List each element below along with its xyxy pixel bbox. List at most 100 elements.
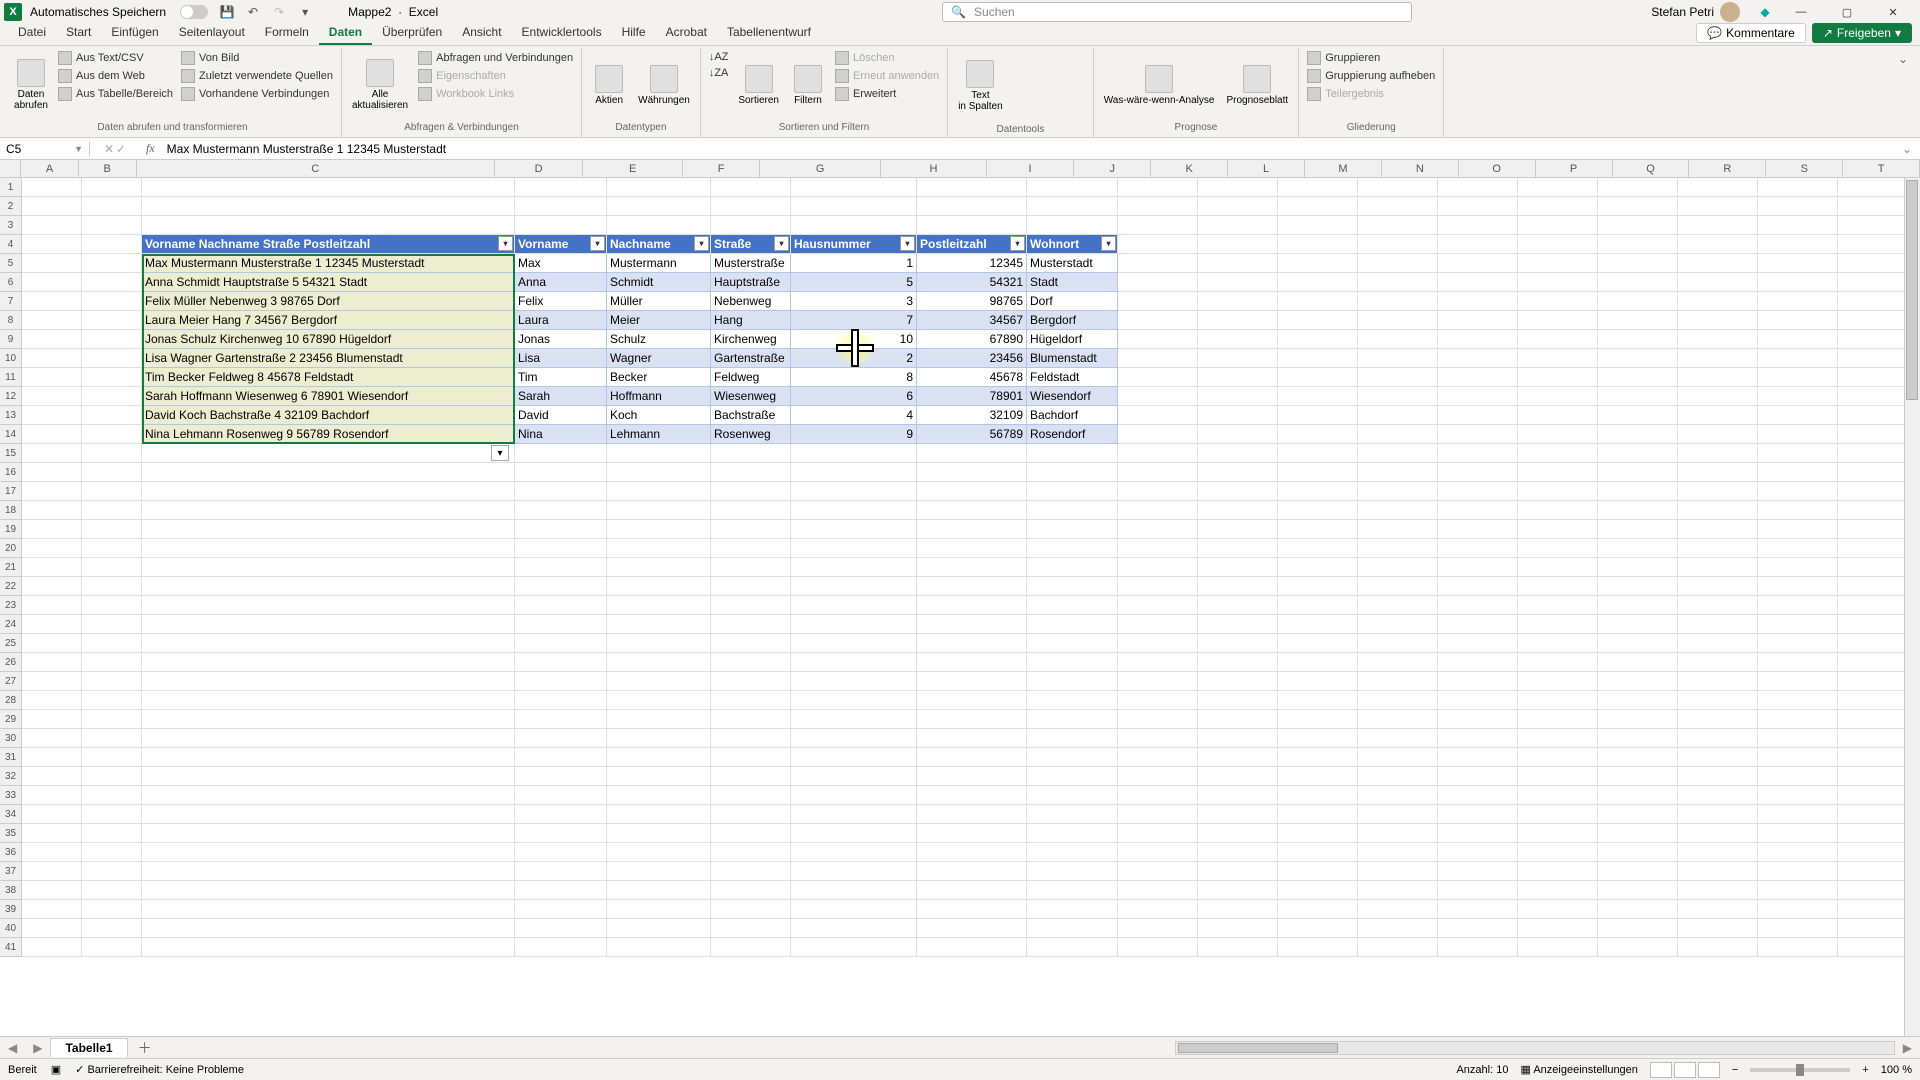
spreadsheet-grid[interactable]: ABCDEFGHIJKLMNOPQRST 1234567891011121314… [0,160,1920,1036]
row-header[interactable]: 40 [0,919,22,938]
cell[interactable] [1678,938,1758,957]
row-header[interactable]: 9 [0,330,22,349]
cell[interactable] [1678,558,1758,577]
cell[interactable]: Nachname▾ [607,235,711,254]
ribbon-tab-seitenlayout[interactable]: Seitenlayout [169,21,255,45]
cell[interactable] [1198,767,1278,786]
cell[interactable] [142,843,515,862]
cell[interactable] [82,653,142,672]
cell[interactable] [1678,672,1758,691]
cell[interactable]: Vorname Nachname Straße Postleitzahl▾ [142,235,515,254]
cell[interactable] [1758,805,1838,824]
cell[interactable] [791,178,917,197]
cell[interactable] [1518,406,1598,425]
cell[interactable] [1438,368,1518,387]
cell[interactable]: Schmidt [607,273,711,292]
cell[interactable] [82,520,142,539]
cell[interactable] [917,482,1027,501]
cell[interactable] [1678,501,1758,520]
cell[interactable] [711,748,791,767]
ribbon-button[interactable]: Prognoseblatt [1222,50,1292,120]
cell[interactable] [917,805,1027,824]
cell[interactable] [1358,197,1438,216]
cell[interactable] [1598,748,1678,767]
cell[interactable] [1678,634,1758,653]
cell[interactable] [82,444,142,463]
cell[interactable] [791,634,917,653]
cell[interactable] [1278,805,1358,824]
cell[interactable] [1438,919,1518,938]
filter-dropdown-icon[interactable]: ▾ [1101,236,1116,251]
cell[interactable] [711,539,791,558]
cell[interactable]: Straße▾ [711,235,791,254]
cell[interactable] [142,558,515,577]
cell[interactable] [917,463,1027,482]
cell[interactable] [1678,805,1758,824]
cell[interactable] [1438,710,1518,729]
cell[interactable]: 56789 [917,425,1027,444]
cell[interactable] [1198,482,1278,501]
cell[interactable] [1198,615,1278,634]
zoom-slider[interactable] [1750,1068,1850,1072]
cell[interactable] [1027,444,1118,463]
ribbon-button[interactable]: Währungen [634,50,694,120]
row-header[interactable]: 22 [0,577,22,596]
cell[interactable] [791,615,917,634]
ribbon-link[interactable]: Gruppieren [1305,50,1437,66]
cell[interactable] [917,501,1027,520]
cell[interactable] [82,767,142,786]
cell[interactable] [1598,596,1678,615]
ribbon-button[interactable]: Datenabrufen [10,50,52,120]
cell[interactable] [791,881,917,900]
cell[interactable] [1518,938,1598,957]
cell[interactable] [1278,197,1358,216]
cell[interactable] [22,862,82,881]
cell[interactable] [1278,767,1358,786]
cell[interactable] [1598,577,1678,596]
cell[interactable] [607,634,711,653]
cell[interactable] [1118,501,1198,520]
cell[interactable] [1278,387,1358,406]
cell[interactable] [1358,824,1438,843]
cell[interactable] [1598,539,1678,558]
cell[interactable] [82,729,142,748]
cell[interactable] [1598,691,1678,710]
filter-dropdown-icon[interactable]: ▾ [590,236,605,251]
cell[interactable] [917,672,1027,691]
cell[interactable] [607,178,711,197]
cell[interactable] [1678,615,1758,634]
cell[interactable] [1598,482,1678,501]
cell[interactable] [711,482,791,501]
sheet-nav-prev[interactable]: ◀ [0,1041,25,1055]
cell[interactable] [1358,539,1438,558]
cell[interactable] [22,653,82,672]
cell[interactable]: 32109 [917,406,1027,425]
cell[interactable] [607,539,711,558]
cell[interactable] [82,463,142,482]
row-header[interactable]: 28 [0,691,22,710]
cell[interactable] [22,216,82,235]
row-header[interactable]: 25 [0,634,22,653]
cell[interactable] [1198,178,1278,197]
ribbon-tab-entwicklertools[interactable]: Entwicklertools [512,21,612,45]
cell[interactable] [917,444,1027,463]
cell[interactable] [1358,292,1438,311]
column-header[interactable]: K [1151,160,1228,177]
ribbon-link[interactable]: Aus Tabelle/Bereich [56,86,175,102]
cell[interactable] [1118,425,1198,444]
cell[interactable] [1438,843,1518,862]
cell[interactable]: Koch [607,406,711,425]
cell[interactable] [1198,805,1278,824]
cell[interactable] [607,197,711,216]
cell[interactable] [82,368,142,387]
cell[interactable] [1678,767,1758,786]
cell[interactable] [607,786,711,805]
cell[interactable] [22,349,82,368]
cell[interactable]: Müller [607,292,711,311]
cell[interactable] [1598,615,1678,634]
cell[interactable] [515,824,607,843]
cell[interactable] [917,577,1027,596]
row-header[interactable]: 24 [0,615,22,634]
cell[interactable] [791,539,917,558]
cell[interactable] [1198,349,1278,368]
